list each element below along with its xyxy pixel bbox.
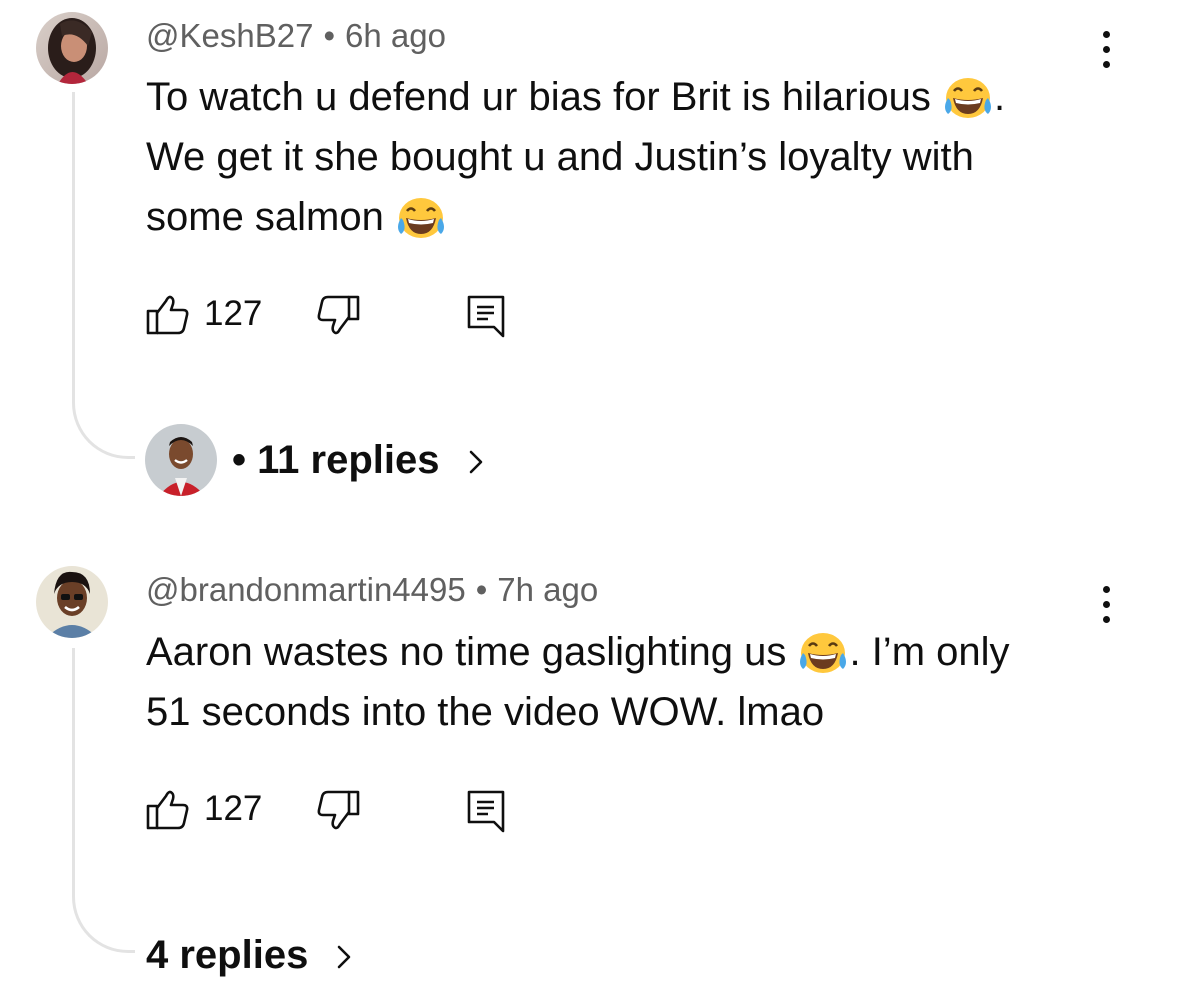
comment-text-line: We get it she bought u and Justin’s loya… [146, 135, 974, 179]
comment-meta: @brandonmartin4495 • 7h ago [146, 570, 598, 610]
thumbs-down-icon [317, 790, 360, 830]
face-with-tears-of-joy-emoji [800, 633, 847, 673]
comment-timestamp: 7h ago [497, 571, 599, 608]
chevron-right-icon [469, 451, 482, 474]
meta-separator: • [323, 17, 335, 54]
view-replies-button[interactable]: 4 replies [146, 930, 353, 980]
like-button[interactable] [146, 787, 190, 836]
thumbs-up-icon [146, 295, 189, 335]
chevron-right-icon [338, 946, 351, 969]
comment-actions: 127 [146, 787, 526, 833]
replies-separator: • [232, 438, 247, 482]
reply-author-avatar[interactable] [145, 424, 217, 496]
comment-meta: @KeshB27 • 6h ago [146, 16, 446, 56]
more-vertical-icon [1103, 31, 1110, 38]
thumbs-down-icon [317, 295, 360, 335]
replies-count-label: 4 replies [146, 933, 309, 977]
dislike-button[interactable] [316, 789, 360, 838]
like-count: 127 [204, 789, 263, 828]
comment-text-line: some salmon [146, 195, 395, 239]
comment-author-handle[interactable]: @KeshB27 [146, 17, 313, 54]
replies-count-label: 11 replies [257, 438, 440, 482]
comment-text-fragment: . I’m only [849, 630, 1010, 674]
thumbs-up-icon [146, 790, 189, 830]
more-options-button[interactable] [1094, 583, 1118, 627]
like-button[interactable] [146, 292, 190, 341]
dislike-button[interactable] [316, 294, 360, 343]
comment-text-line: 51 seconds into the video WOW. lmao [146, 690, 825, 734]
comment-actions: 127 [146, 292, 526, 338]
more-options-button[interactable] [1094, 28, 1118, 72]
face-with-tears-of-joy-emoji [397, 198, 444, 238]
avatar-keshb27[interactable] [36, 12, 108, 84]
avatar-brandonmartin4495[interactable] [36, 566, 108, 638]
comment-timestamp: 6h ago [345, 17, 446, 54]
comment-body: Aaron wastes no time gaslighting us . I’… [146, 622, 1106, 742]
reply-comment-icon [467, 295, 505, 338]
comment-body: To watch u defend ur bias for Brit is hi… [146, 67, 1106, 247]
thread-line-2 [72, 648, 135, 953]
thread-line-1 [72, 92, 135, 459]
meta-separator: • [475, 571, 488, 608]
comment-text-line: To watch u defend ur bias for Brit is hi… [146, 75, 942, 119]
view-replies-button[interactable]: • 11 replies [232, 435, 485, 485]
reply-button[interactable] [466, 294, 506, 343]
reply-button[interactable] [466, 789, 506, 838]
more-vertical-icon [1103, 586, 1110, 593]
comment-author-handle[interactable]: @brandonmartin4495 [146, 571, 466, 608]
face-with-tears-of-joy-emoji [944, 78, 991, 118]
comment-text-line: Aaron wastes no time gaslighting us [146, 630, 798, 674]
reply-comment-icon [467, 790, 505, 833]
like-count: 127 [204, 294, 263, 333]
comment-text-fragment: . [993, 75, 1006, 119]
